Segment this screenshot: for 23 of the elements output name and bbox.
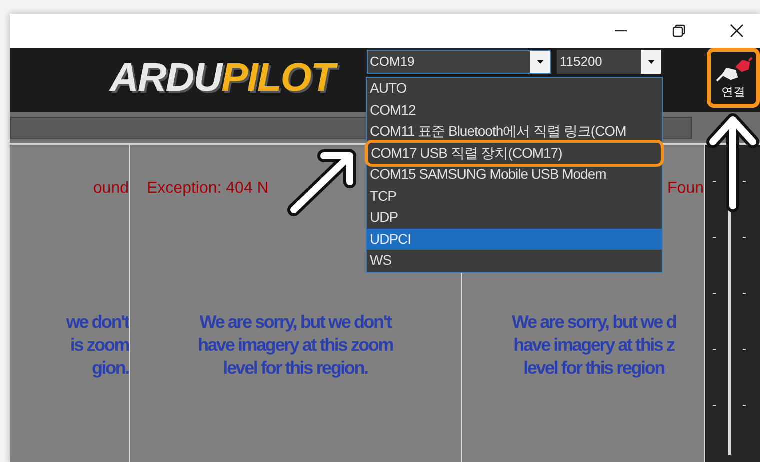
baud-select[interactable]: 115200 (557, 50, 661, 74)
dropdown-arrow-icon (536, 60, 544, 64)
port-option[interactable]: UDPCI (367, 228, 662, 250)
no-imagery-text: we don't is zoom gion. (66, 311, 129, 380)
port-option[interactable]: TCP (367, 186, 662, 207)
logo-text: ARDU (110, 55, 222, 102)
restore-icon[interactable] (672, 24, 686, 38)
connect-button[interactable]: 연결 (707, 48, 760, 108)
port-option[interactable]: UDP (367, 207, 662, 228)
port-option[interactable]: WS (367, 250, 662, 272)
port-option[interactable]: AUTO (367, 78, 662, 100)
dropdown-arrow-icon (648, 60, 654, 64)
error-text: Foun (668, 179, 704, 199)
plug-icon (714, 57, 752, 83)
no-imagery-text: We are sorry, but we d have imagery at this z level for this region (512, 311, 676, 380)
close-icon[interactable] (730, 24, 744, 38)
port-select[interactable]: COM19 (367, 50, 551, 74)
port-option[interactable]: COM12 (367, 100, 662, 121)
error-text: ound (93, 179, 129, 199)
port-option[interactable]: COM15 SAMSUNG Mobile USB Modem (367, 164, 662, 186)
no-imagery-text: We are sorry, but we don't have imagery at this zoom level for this region. (198, 311, 394, 380)
port-option[interactable]: COM17 USB 직렬 장치(COM17) (368, 142, 661, 164)
error-text: Exception: 404 N (147, 179, 269, 199)
